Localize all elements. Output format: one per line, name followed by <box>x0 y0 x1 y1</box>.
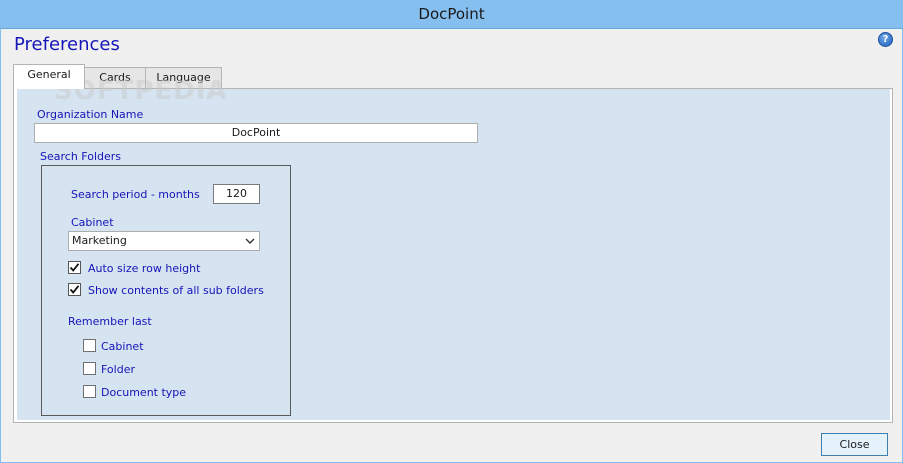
remember-document-type-label[interactable]: Document type <box>101 386 186 399</box>
tab-general[interactable]: General <box>13 64 85 89</box>
remember-document-type-checkbox[interactable] <box>83 385 96 398</box>
remember-cabinet-label[interactable]: Cabinet <box>101 340 144 353</box>
search-folders-label: Search Folders <box>40 150 122 163</box>
show-contents-checkbox[interactable] <box>68 283 81 296</box>
page-title: Preferences <box>14 34 120 55</box>
cabinet-select[interactable]: Marketing <box>68 231 260 251</box>
auto-size-label[interactable]: Auto size row height <box>88 262 200 275</box>
auto-size-checkbox[interactable] <box>68 261 81 274</box>
remember-folder-checkbox[interactable] <box>83 362 96 375</box>
close-button[interactable]: Close <box>821 433 888 456</box>
remember-last-label: Remember last <box>68 315 152 328</box>
help-icon[interactable]: ? <box>878 32 893 47</box>
chevron-down-icon <box>244 232 256 250</box>
title-bar[interactable]: DocPoint <box>0 0 903 29</box>
window-title: DocPoint <box>418 5 485 23</box>
search-period-label: Search period - months <box>71 188 200 201</box>
show-contents-label[interactable]: Show contents of all sub folders <box>88 284 264 297</box>
cabinet-label: Cabinet <box>71 216 114 229</box>
organization-name-input[interactable]: DocPoint <box>34 123 478 143</box>
checkmark-icon <box>69 263 80 272</box>
checkmark-icon <box>69 285 80 294</box>
cabinet-selected-value: Marketing <box>72 234 127 247</box>
search-period-input[interactable]: 120 <box>213 184 260 204</box>
remember-folder-label[interactable]: Folder <box>101 363 135 376</box>
window-border-left <box>0 29 1 463</box>
remember-cabinet-checkbox[interactable] <box>83 339 96 352</box>
organization-name-label: Organization Name <box>37 108 144 121</box>
